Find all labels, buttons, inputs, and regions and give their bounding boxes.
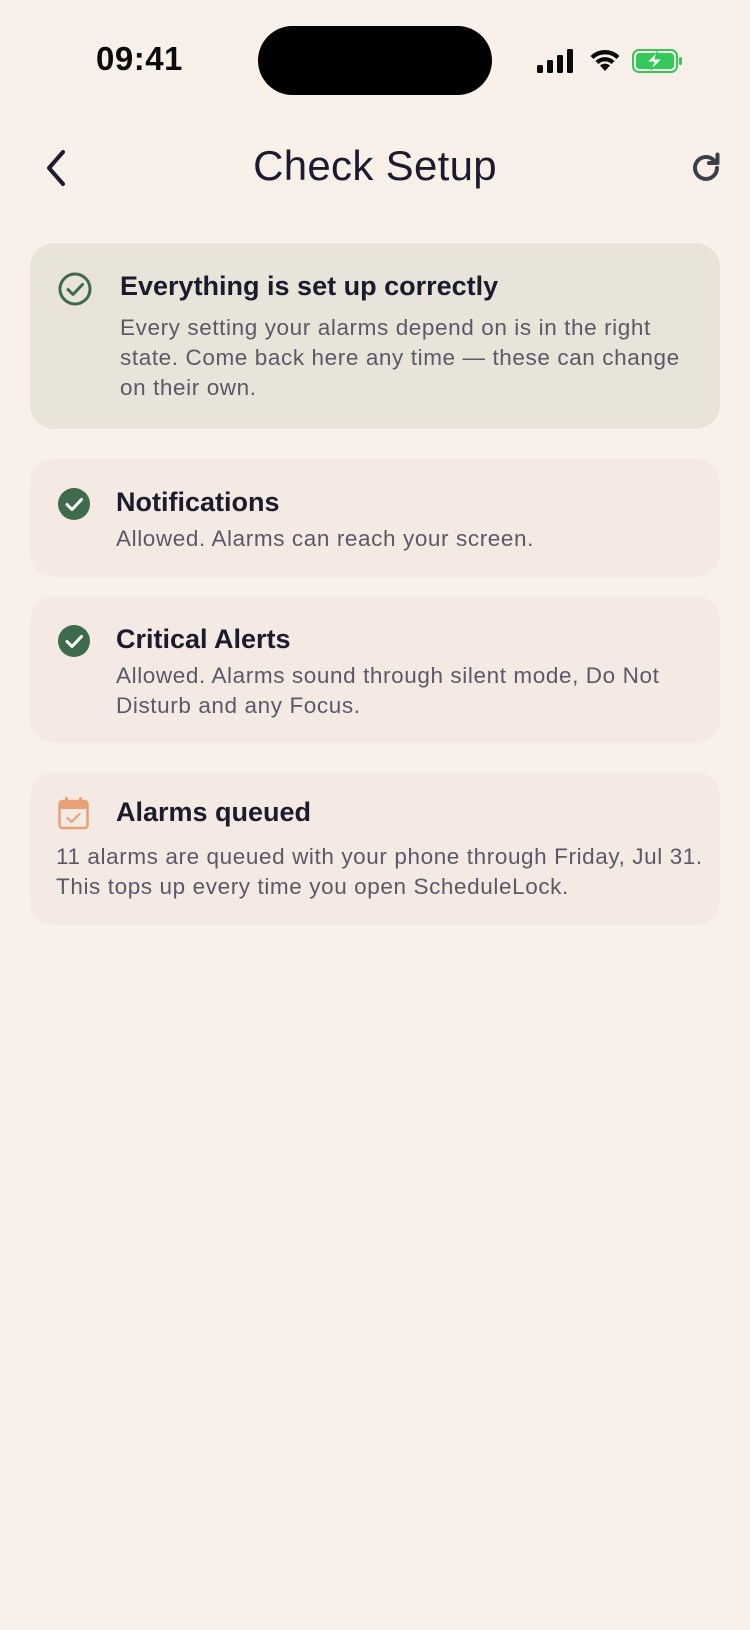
check-circle-filled-icon bbox=[58, 488, 90, 520]
setup-summary-card: Everything is set up correctly Every set… bbox=[30, 243, 720, 429]
summary-description: Every setting your alarms depend on is i… bbox=[120, 315, 680, 400]
page-title: Check Setup bbox=[253, 142, 497, 189]
battery-charging-icon bbox=[632, 49, 682, 73]
check-setup-screen: 09:41 Check Setup Everything is set up c… bbox=[0, 0, 750, 1630]
refresh-icon bbox=[693, 152, 720, 181]
calendar-check-icon bbox=[58, 797, 89, 830]
refresh-button[interactable] bbox=[684, 146, 728, 190]
notifications-check-card: Notifications Allowed. Alarms can reach … bbox=[30, 459, 720, 577]
critical-alerts-title: Critical Alerts bbox=[116, 624, 291, 654]
summary-title: Everything is set up correctly bbox=[120, 271, 499, 301]
status-bar: 09:41 bbox=[0, 0, 750, 120]
status-time: 09:41 bbox=[96, 40, 183, 77]
nav-header: Check Setup bbox=[0, 130, 750, 210]
notifications-title: Notifications bbox=[116, 487, 280, 517]
alarms-queued-description: 11 alarms are queued with your phone thr… bbox=[56, 844, 703, 899]
alarms-queued-title: Alarms queued bbox=[116, 797, 312, 827]
cellular-signal-icon bbox=[537, 49, 573, 73]
critical-alerts-check-card: Critical Alerts Allowed. Alarms sound th… bbox=[30, 596, 720, 743]
dynamic-island bbox=[258, 26, 492, 95]
notifications-description: Allowed. Alarms can reach your screen. bbox=[116, 526, 534, 551]
check-circle-outline-icon bbox=[58, 272, 92, 306]
check-circle-filled-icon bbox=[58, 625, 90, 657]
wifi-icon bbox=[590, 49, 620, 71]
alarms-queued-card: Alarms queued 11 alarms are queued with … bbox=[30, 772, 720, 925]
critical-alerts-description: Allowed. Alarms sound through silent mod… bbox=[116, 663, 660, 718]
